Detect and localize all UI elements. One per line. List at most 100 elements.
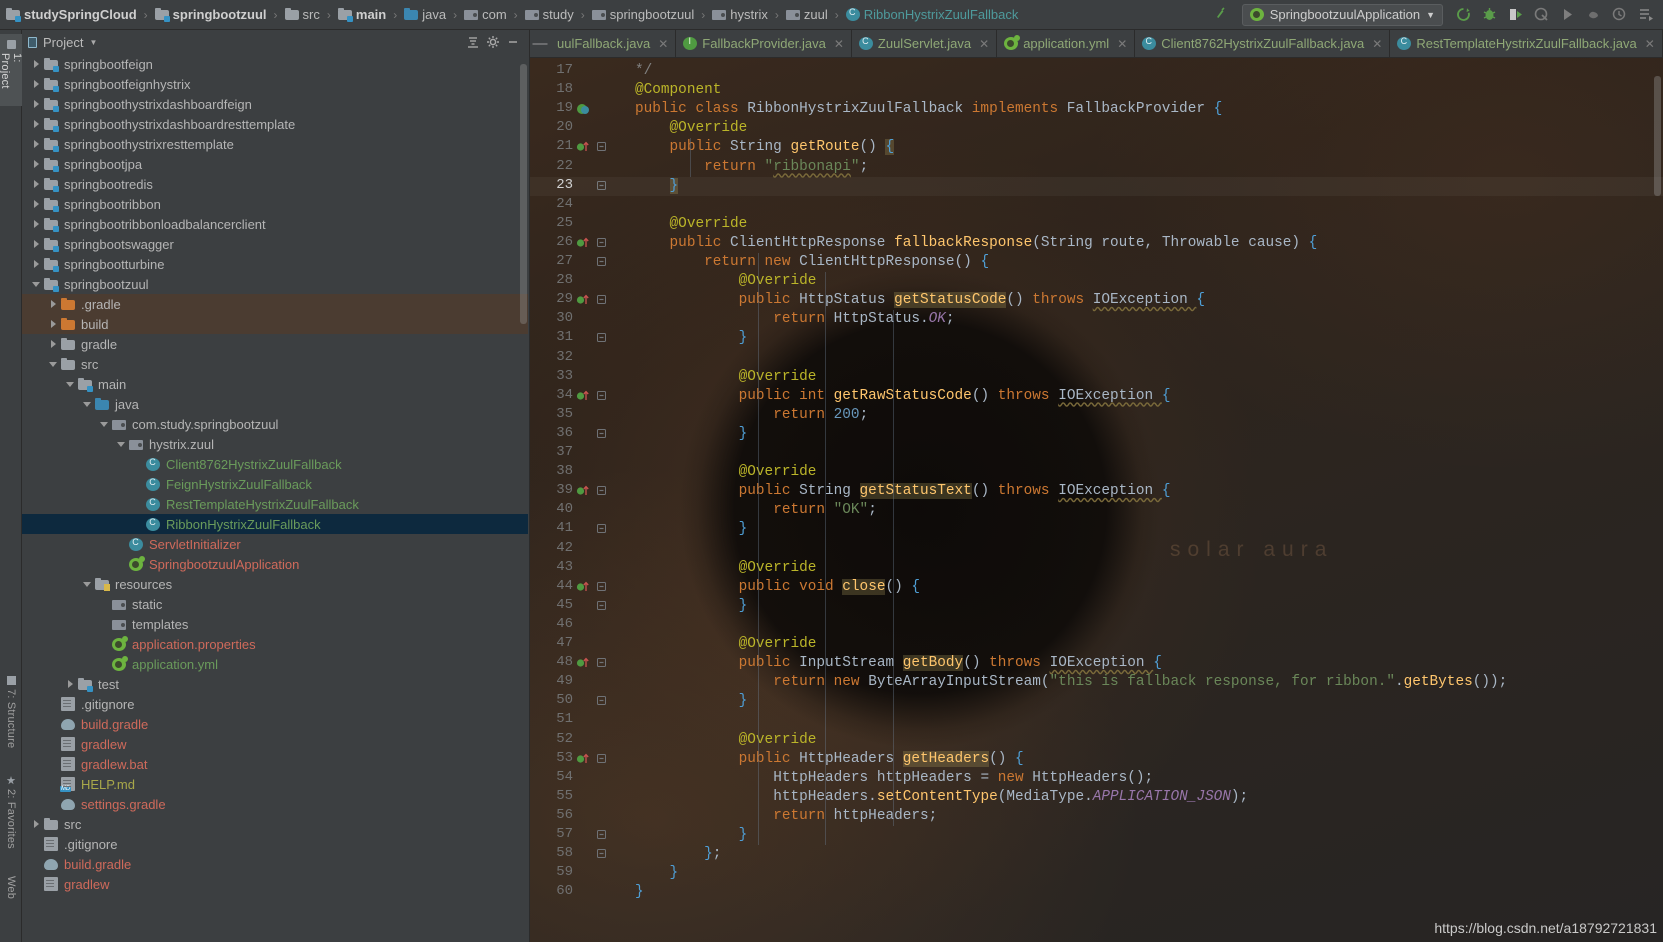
override-method-icon[interactable] xyxy=(576,140,592,156)
chevron-down-icon[interactable]: ▼ xyxy=(89,38,97,47)
tree-node[interactable]: springbootredis xyxy=(22,174,528,194)
override-method-icon[interactable] xyxy=(576,389,592,405)
project-tree-scrollbar[interactable] xyxy=(520,64,527,324)
tree-toggle-right-icon[interactable] xyxy=(30,100,42,108)
tree-node[interactable]: static xyxy=(22,594,528,614)
collapse-all-icon[interactable] xyxy=(463,32,483,52)
code-fold-icon[interactable] xyxy=(596,332,607,350)
tree-node[interactable]: build.gradle xyxy=(22,714,528,734)
tree-node[interactable]: SpringbootzuulApplication xyxy=(22,554,528,574)
project-tree[interactable]: springbootfeign springbootfeignhystrix spr… xyxy=(22,54,528,942)
sidebar-item-structure[interactable]: 7: Structure xyxy=(0,670,22,762)
tree-node[interactable]: main xyxy=(22,374,528,394)
tree-node[interactable]: .gitignore xyxy=(22,834,528,854)
override-method-icon[interactable] xyxy=(576,484,592,500)
code-text-layer[interactable]: */ @Component public class RibbonHystrixZu… xyxy=(635,58,1663,942)
breadcrumb-item-main[interactable]: main xyxy=(336,0,388,30)
tab-client8762hystrixzuulfallback-java[interactable]: Client8762HystrixZuulFallback.java ✕ xyxy=(1135,30,1391,57)
tree-toggle-right-icon[interactable] xyxy=(47,340,59,348)
breadcrumb-item-src[interactable]: src xyxy=(283,0,322,30)
override-method-icon[interactable] xyxy=(576,293,592,309)
tree-node[interactable]: springbootribbonloadbalancerclient xyxy=(22,214,528,234)
tree-toggle-down-icon[interactable] xyxy=(81,401,93,407)
breadcrumb-item-hystrix[interactable]: hystrix xyxy=(710,0,770,30)
tree-toggle-right-icon[interactable] xyxy=(30,200,42,208)
sidebar-item-project[interactable]: 1: Project xyxy=(0,34,23,106)
tree-toggle-right-icon[interactable] xyxy=(30,140,42,148)
code-editor[interactable]: solar aura 17 18 19 20 21 22 23 24 25 26 27 28 29 30 3… xyxy=(530,58,1663,942)
settings-gear-icon[interactable] xyxy=(483,32,503,52)
close-icon[interactable]: ✕ xyxy=(979,37,989,51)
tree-node[interactable]: springboothystrixresttemplate xyxy=(22,134,528,154)
stop-icon[interactable] xyxy=(1581,3,1605,27)
tree-toggle-down-icon[interactable] xyxy=(115,441,127,447)
tree-toggle-right-icon[interactable] xyxy=(30,120,42,128)
tree-toggle-right-icon[interactable] xyxy=(30,240,42,248)
tree-toggle-right-icon[interactable] xyxy=(30,60,42,68)
close-icon[interactable]: ✕ xyxy=(1117,37,1127,51)
tree-node[interactable]: springbootjpa xyxy=(22,154,528,174)
tree-toggle-right-icon[interactable] xyxy=(47,320,59,328)
hide-tabs-icon[interactable]: — xyxy=(530,30,550,57)
close-icon[interactable]: ✕ xyxy=(1645,37,1655,51)
breadcrumb-item-ribbonhystrixzuulfallback[interactable]: RibbonHystrixZuulFallback xyxy=(844,0,1021,30)
tree-node[interactable]: gradle xyxy=(22,334,528,354)
history-icon[interactable] xyxy=(1607,3,1631,27)
tab-uulfallback-java[interactable]: uulFallback.java ✕ xyxy=(550,30,677,57)
tree-node[interactable]: hystrix.zuul xyxy=(22,434,528,454)
tree-toggle-down-icon[interactable] xyxy=(30,281,42,287)
tree-toggle-down-icon[interactable] xyxy=(81,581,93,587)
profile-icon[interactable] xyxy=(1529,3,1553,27)
code-fold-icon[interactable] xyxy=(596,256,607,274)
tab-resttemplatehystrixzuulfallback-java[interactable]: RestTemplateHystrixZuulFallback.java ✕ xyxy=(1390,30,1663,57)
breadcrumb-item-studyspringcloud[interactable]: studySpringCloud xyxy=(4,0,139,30)
tree-node[interactable]: springbootfeignhystrix xyxy=(22,74,528,94)
tree-node[interactable]: MD HELP.md xyxy=(22,774,528,794)
tree-toggle-right-icon[interactable] xyxy=(30,160,42,168)
tree-node[interactable]: settings.gradle xyxy=(22,794,528,814)
code-fold-icon[interactable] xyxy=(596,237,607,255)
tree-node[interactable]: .gradle xyxy=(22,294,528,314)
tree-toggle-down-icon[interactable] xyxy=(64,381,76,387)
breadcrumb-item-zuul[interactable]: zuul xyxy=(784,0,830,30)
tree-node[interactable]: gradlew xyxy=(22,734,528,754)
close-icon[interactable]: ✕ xyxy=(658,37,668,51)
breadcrumb-item-springbootzuul[interactable]: springbootzuul xyxy=(153,0,269,30)
tree-node[interactable]: build xyxy=(22,314,528,334)
run-configuration-selector[interactable]: SpringbootzuulApplication ▼ xyxy=(1241,3,1443,26)
override-method-icon[interactable] xyxy=(576,656,592,672)
tree-toggle-right-icon[interactable] xyxy=(64,680,76,688)
tree-node[interactable]: RestTemplateHystrixZuulFallback xyxy=(22,494,528,514)
code-fold-icon[interactable] xyxy=(596,695,607,713)
run-with-coverage-icon[interactable] xyxy=(1503,3,1527,27)
tree-node[interactable]: springboothystrixdashboardfeign xyxy=(22,94,528,114)
tree-node[interactable]: springbootzuul xyxy=(22,274,528,294)
tree-node[interactable]: springbootswagger xyxy=(22,234,528,254)
tree-node[interactable]: resources xyxy=(22,574,528,594)
tab-zuulservlet-java[interactable]: ZuulServlet.java ✕ xyxy=(851,30,998,57)
tab-fallbackprovider-java[interactable]: FallbackProvider.java ✕ xyxy=(676,30,852,57)
tree-toggle-down-icon[interactable] xyxy=(47,361,59,367)
tree-node[interactable]: src xyxy=(22,354,528,374)
tree-toggle-right-icon[interactable] xyxy=(30,180,42,188)
tree-toggle-right-icon[interactable] xyxy=(30,220,42,228)
code-fold-icon[interactable] xyxy=(596,657,607,675)
tree-node[interactable]: springbootribbon xyxy=(22,194,528,214)
tree-node[interactable]: com.study.springbootzuul xyxy=(22,414,528,434)
close-icon[interactable]: ✕ xyxy=(1372,37,1382,51)
breadcrumb-item-study[interactable]: study xyxy=(523,0,576,30)
tree-node[interactable]: templates xyxy=(22,614,528,634)
tree-node[interactable]: Client8762HystrixZuulFallback xyxy=(22,454,528,474)
override-method-icon[interactable] xyxy=(576,580,592,596)
breadcrumb-item-com[interactable]: com xyxy=(462,0,509,30)
tree-toggle-down-icon[interactable] xyxy=(98,421,110,427)
rerun-icon[interactable] xyxy=(1451,3,1475,27)
code-fold-icon[interactable] xyxy=(596,294,607,312)
tree-node[interactable]: gradlew xyxy=(22,874,528,894)
code-fold-icon[interactable] xyxy=(596,600,607,618)
override-method-icon[interactable] xyxy=(576,752,592,768)
tree-node[interactable]: build.gradle xyxy=(22,854,528,874)
tree-toggle-right-icon[interactable] xyxy=(30,820,42,828)
tree-node[interactable]: springbootturbine xyxy=(22,254,528,274)
hide-panel-icon[interactable] xyxy=(503,32,523,52)
